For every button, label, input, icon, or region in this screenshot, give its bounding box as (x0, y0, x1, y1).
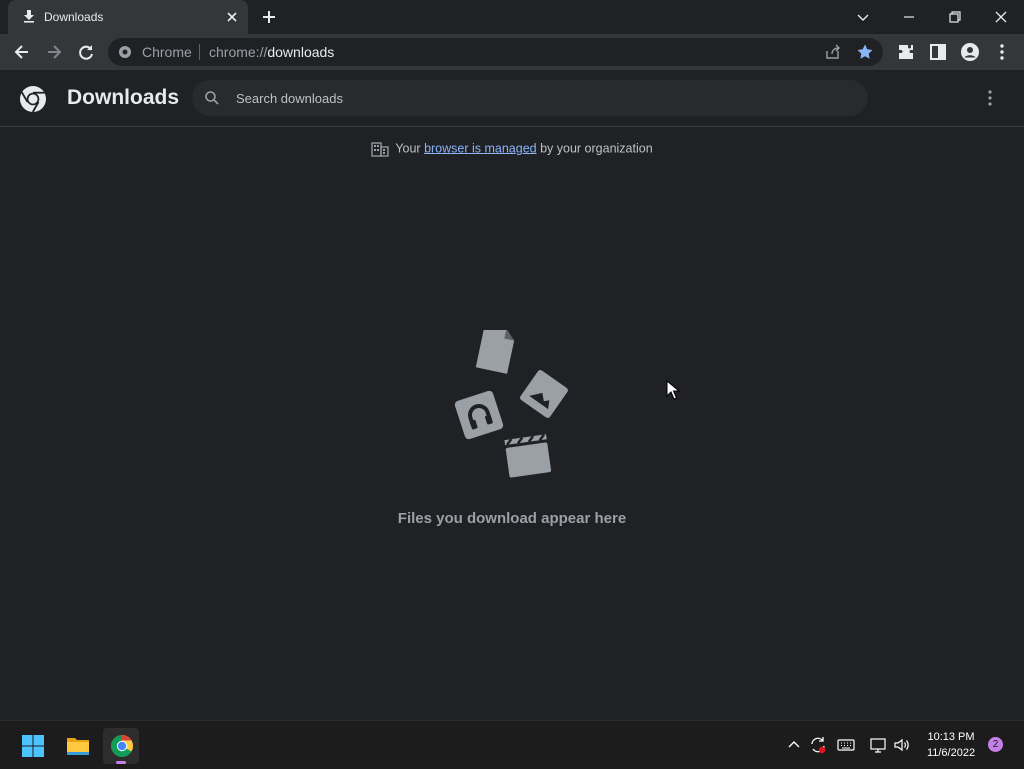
chevron-down-icon[interactable] (852, 6, 874, 28)
omnibox-separator (199, 44, 200, 60)
search-box[interactable] (192, 80, 868, 116)
search-input[interactable] (236, 80, 836, 116)
clock-date: 11/6/2022 (926, 747, 976, 759)
back-icon[interactable] (12, 42, 32, 62)
more-vert-icon[interactable] (992, 42, 1012, 62)
notification-badge[interactable]: 2 (988, 737, 1003, 752)
chrome-logo-icon (20, 86, 46, 113)
browser-toolbar: Chrome chrome://downloads (0, 34, 1024, 70)
mouse-cursor-icon (666, 380, 680, 400)
search-icon (205, 91, 219, 105)
new-tab-icon[interactable] (260, 8, 278, 26)
chrome-taskbar-icon (111, 735, 133, 757)
image-icon (520, 370, 568, 418)
address-bar[interactable]: Chrome chrome://downloads (108, 38, 883, 66)
page-title: Downloads (67, 86, 180, 109)
chevron-up-icon[interactable] (785, 736, 803, 754)
clock-time: 10:13 PM (927, 731, 975, 743)
taskbar-clock[interactable]: 10:13 PM 11/6/2022 (918, 729, 984, 761)
audio-icon (454, 390, 504, 440)
tab-strip: Downloads (0, 0, 1024, 34)
start-button[interactable] (14, 728, 50, 764)
restore-icon[interactable] (944, 6, 966, 28)
minimize-icon[interactable] (898, 6, 920, 28)
browser-managed-link[interactable]: browser is managed (424, 141, 537, 155)
managed-suffix: by your organization (536, 141, 653, 156)
empty-downloads-illustration (454, 330, 568, 478)
keyboard-icon[interactable] (837, 736, 855, 754)
window-close-icon[interactable] (990, 6, 1012, 28)
downloads-header: Downloads (0, 70, 1024, 127)
active-app-indicator (116, 761, 126, 764)
bookmark-star-icon[interactable] (856, 43, 874, 61)
file-explorer-button[interactable] (59, 728, 95, 764)
managed-prefix: Your (395, 141, 425, 156)
chrome-taskbar-button[interactable] (103, 728, 139, 764)
forward-icon[interactable] (44, 42, 64, 62)
profile-icon[interactable] (960, 42, 980, 62)
managed-notice: Your browser is managed by your organiza… (0, 141, 1024, 157)
download-icon (24, 10, 34, 23)
close-icon[interactable] (224, 9, 240, 25)
volume-icon[interactable] (893, 736, 911, 754)
document-icon (475, 330, 515, 374)
file-explorer-icon (67, 738, 89, 755)
side-panel-icon[interactable] (928, 42, 948, 62)
tab-title: Downloads (44, 10, 104, 24)
empty-state-message: Files you download appear here (397, 510, 627, 527)
url-scheme: chrome:// (209, 44, 268, 60)
omnibox-url[interactable]: chrome://downloads (209, 44, 334, 60)
sync-icon[interactable] (809, 736, 827, 754)
reload-icon[interactable] (76, 42, 96, 62)
extensions-icon[interactable] (896, 42, 916, 62)
building-icon (371, 142, 389, 157)
url-host: downloads (267, 44, 335, 60)
windows-start-icon (22, 735, 44, 757)
chrome-site-icon (119, 46, 131, 58)
more-actions-icon[interactable] (980, 88, 1000, 108)
share-icon[interactable] (824, 43, 842, 61)
video-icon (504, 433, 552, 478)
omnibox-chip: Chrome (142, 44, 192, 60)
tab-downloads[interactable]: Downloads (8, 0, 248, 34)
windows-taskbar: 10:13 PM 11/6/2022 2 (0, 720, 1024, 769)
network-icon[interactable] (869, 736, 887, 754)
